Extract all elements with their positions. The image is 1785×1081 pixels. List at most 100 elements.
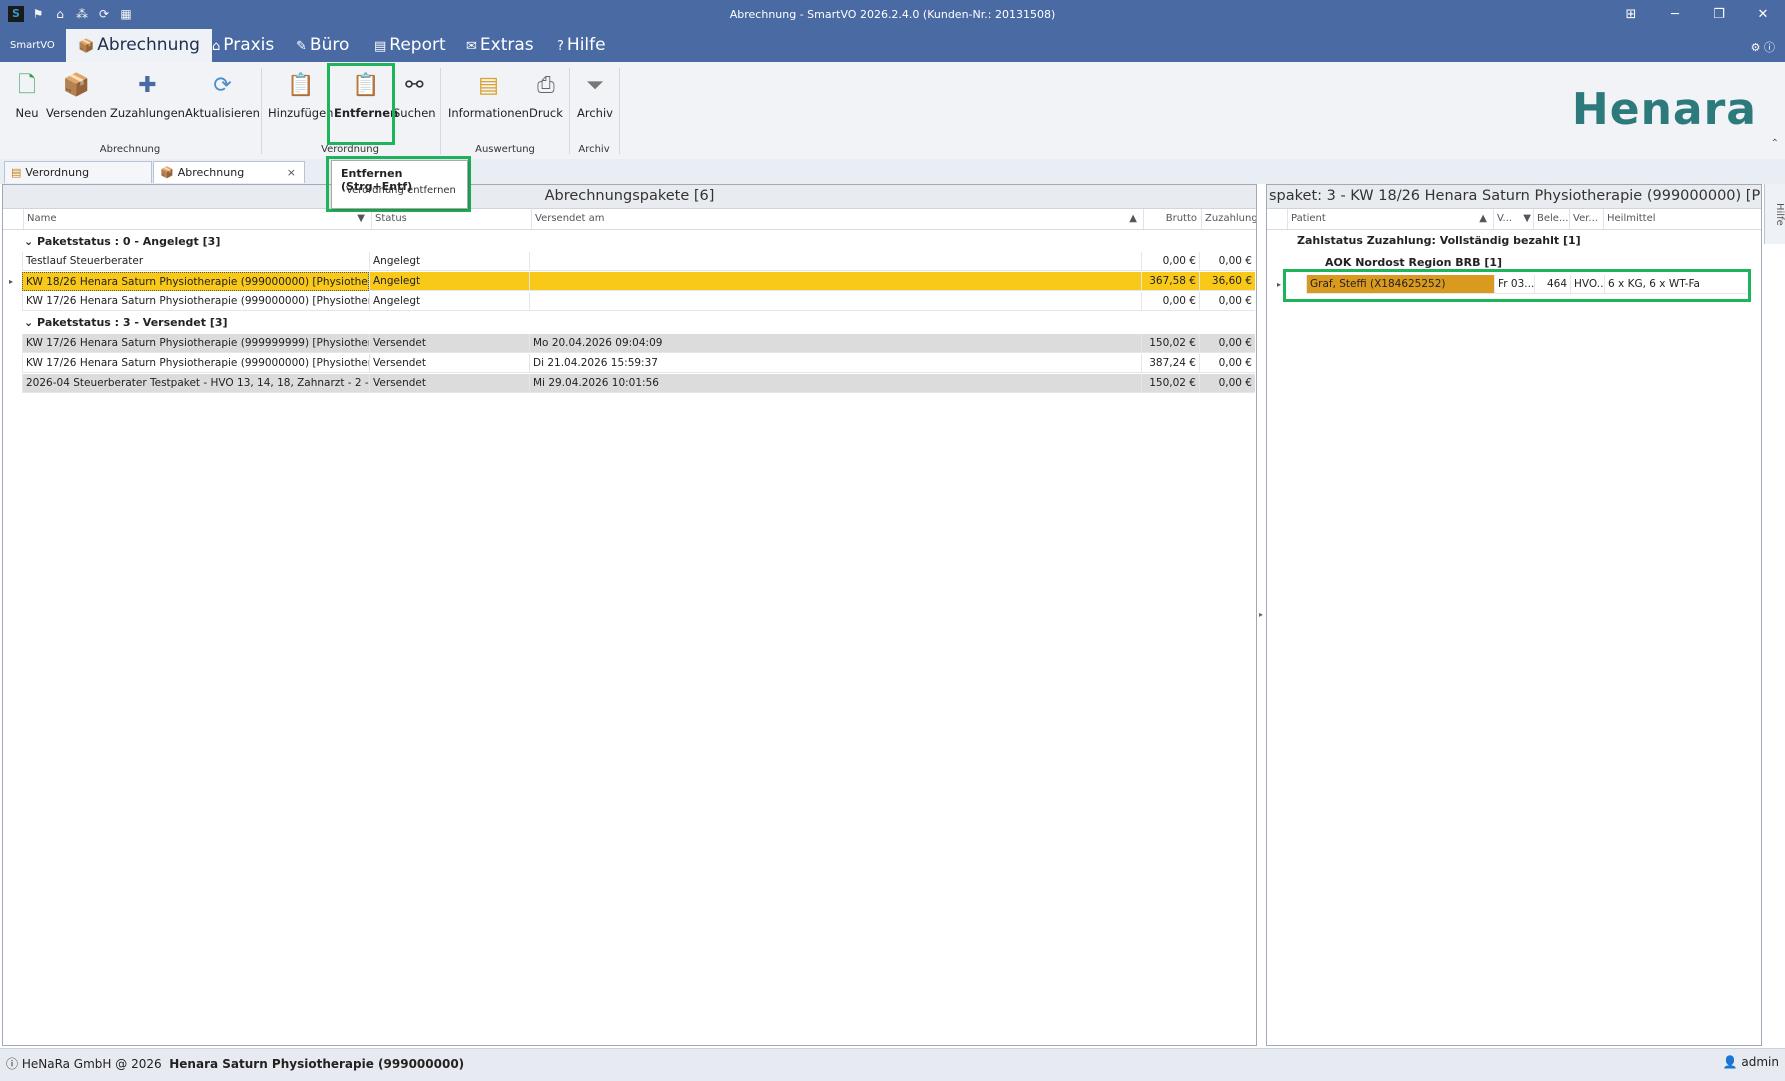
menu-abrechnung[interactable]: 📦 Abrechnung — [66, 29, 212, 62]
group-label-auswertung: Auswertung — [475, 144, 535, 155]
group-row[interactable]: ⌄ Paketstatus : 0 - Angelegt [3] — [24, 232, 1254, 251]
suchen-button[interactable]: ⚯ Suchen — [393, 72, 436, 120]
column-header-row: Patient ▲ V... ▼ Bele... Ver... Heilmittel — [1267, 209, 1761, 230]
informationen-button[interactable]: ▤ Informationen — [448, 72, 529, 120]
splitter-handle[interactable]: ▸ — [1259, 610, 1263, 619]
practice-name: Henara Saturn Physiotherapie (999000000) — [169, 1057, 465, 1071]
tooltip: Entfernen (Strg+Entf) Verordnung entfern… — [331, 160, 468, 209]
menu-hilfe[interactable]: ? Hilfe — [557, 29, 606, 62]
group-label-archiv: Archiv — [578, 144, 610, 155]
table-row-selected[interactable]: KW 18/26 Henara Saturn Physiotherapie (9… — [22, 272, 1255, 291]
tab-abrechnung[interactable]: 📦 Abrechnung × — [153, 161, 305, 183]
paket-detail-panel: spaket: 3 - KW 18/26 Henara Saturn Physi… — [1266, 184, 1762, 1046]
menu-report[interactable]: ▤ Report — [374, 29, 446, 62]
hilfe-side-tab[interactable]: Hilfe — [1764, 184, 1785, 244]
status-bar: ⓘ HeNaRa GmbH @ 2026 Henara Saturn Physi… — [0, 1048, 1785, 1081]
status-left: ⓘ HeNaRa GmbH @ 2026 Henara Saturn Physi… — [6, 1057, 465, 1071]
menu-buero[interactable]: ✎ Büro — [296, 29, 349, 62]
chevron-down-icon[interactable]: ⌄ — [24, 316, 37, 329]
printer-icon: ⎙ — [537, 73, 555, 98]
help-icon: ? — [557, 39, 564, 54]
group-label-verordnung: Verordnung — [321, 144, 379, 155]
table-row[interactable]: KW 17/26 Henara Saturn Physiotherapie (9… — [22, 334, 1255, 353]
refresh-icon: ⟳ — [213, 73, 232, 98]
column-heilmittel[interactable]: Heilmittel — [1603, 209, 1761, 229]
collapse-ribbon-icon[interactable]: ⌃ — [1771, 138, 1779, 149]
row-indicator-icon: ▸ — [9, 277, 14, 286]
zuzahlungen-button[interactable]: ✚ Zuzahlungen — [110, 72, 185, 120]
title-bar: S ⚑ ⌂ ⁂ ⟳ ▦ Abrechnung - SmartVO 2026.2.… — [0, 0, 1785, 29]
row-indicator-icon: ▸ — [1277, 280, 1282, 289]
sort-asc-icon: ▲ — [1479, 213, 1487, 224]
tooltip-text: Verordnung entfernen — [346, 185, 456, 196]
column-v[interactable]: V... ▼ — [1493, 209, 1533, 229]
new-document-icon: 🗋 — [18, 73, 36, 98]
group-label-abrechnung: Abrechnung — [99, 144, 161, 155]
window-title: Abrechnung - SmartVO 2026.2.4.0 (Kunden-… — [729, 8, 1056, 21]
minimize-button[interactable]: ─ — [1653, 0, 1697, 29]
user-icon: 👤 — [1722, 1055, 1742, 1069]
ribbon-separator — [619, 68, 620, 154]
menu-praxis[interactable]: ⌂ Praxis — [212, 29, 274, 62]
ribbon-separator — [261, 68, 262, 154]
aktualisieren-button[interactable]: ⟳ Aktualisieren — [185, 72, 260, 120]
table-row[interactable]: 2026-04 Steuerberater Testpaket - HVO 13… — [22, 374, 1255, 393]
wrench-icon: ✉ — [466, 39, 477, 54]
payment-icon: ✚ — [138, 73, 157, 98]
document-icon: ▤ — [11, 166, 22, 179]
group-row[interactable]: Zahlstatus Zuzahlung: Vollständig bezahl… — [1297, 231, 1757, 250]
column-brutto[interactable]: Brutto — [1143, 209, 1201, 229]
status-user: 👤 admin — [1722, 1055, 1779, 1069]
group-row[interactable]: ⌄ Paketstatus : 3 - Versendet [3] — [24, 313, 1254, 332]
neu-button[interactable]: 🗋 Neu — [12, 72, 42, 120]
package-icon: 📦 — [160, 166, 174, 179]
ribbon: 🗋 Neu 📦 Versenden ✚ Zuzahlungen ⟳ Aktualisie… — [0, 62, 1785, 160]
table-row[interactable]: KW 17/26 Henara Saturn Physiotherapie (9… — [22, 354, 1255, 373]
restore-button[interactable]: ❐ — [1697, 0, 1741, 29]
chevron-down-icon[interactable]: ⌄ — [24, 235, 37, 248]
column-patient[interactable]: Patient ▲ — [1287, 209, 1493, 229]
funnel-icon: ⏷ — [586, 73, 604, 98]
column-beleg[interactable]: Bele... — [1533, 209, 1569, 229]
notepad-icon: ▤ — [478, 73, 499, 98]
panel-title: Abrechnungspakete [6] — [3, 185, 1256, 209]
binoculars-icon: ⚯ — [405, 73, 424, 98]
filter-icon[interactable]: ▼ — [357, 209, 365, 229]
column-name[interactable]: Name ▼ — [23, 209, 371, 229]
package-icon: 📦 — [62, 73, 91, 98]
hinzufuegen-button[interactable]: 📋 Hinzufügen — [268, 72, 333, 120]
highlight-entfernen — [327, 63, 395, 145]
box-icon: 📦 — [78, 39, 95, 54]
close-button[interactable]: ✕ — [1741, 0, 1785, 29]
archiv-button[interactable]: ⏷ Archiv — [577, 72, 613, 120]
clipboard-add-icon: 📋 — [287, 73, 315, 98]
column-versendet-am[interactable]: Versendet am ▲ — [531, 209, 1143, 229]
table-row[interactable]: KW 17/26 Henara Saturn Physiotherapie (9… — [22, 292, 1255, 311]
ribbon-separator — [440, 68, 441, 154]
menu-smartvo[interactable]: SmartVO — [10, 29, 55, 62]
menu-extras[interactable]: ✉ Extras — [466, 29, 534, 62]
column-zuzahlung[interactable]: Zuzahlung — [1201, 209, 1256, 229]
close-tab-icon[interactable]: × — [287, 162, 296, 184]
paperclip-icon: ✎ — [296, 39, 307, 54]
menu-bar: SmartVO 📦 Abrechnung ⌂ Praxis ✎ Büro ▤ Repor… — [0, 29, 1785, 62]
ribbon-separator — [569, 68, 570, 154]
tab-verordnung[interactable]: ▤ Verordnung — [4, 161, 152, 183]
house-icon: ⌂ — [212, 39, 221, 54]
settings-icon[interactable]: ⚙ ⓘ — [1751, 39, 1775, 55]
highlight-patient-row — [1283, 269, 1751, 302]
window-controls: ⊞ ─ ❐ ✕ — [1609, 0, 1785, 29]
layout-icon[interactable]: ⊞ — [1609, 0, 1653, 29]
druck-button[interactable]: ⎙ Druck — [529, 72, 563, 120]
filter-icon[interactable]: ▼ — [1523, 209, 1531, 229]
column-ver[interactable]: Ver... — [1569, 209, 1603, 229]
table-row[interactable]: Testlauf Steuerberater Angelegt 0,00 € 0… — [22, 252, 1255, 271]
report-icon: ▤ — [374, 39, 387, 54]
info-icon: ⓘ — [6, 1057, 22, 1071]
column-status[interactable]: Status — [371, 209, 531, 229]
panel-title: spaket: 3 - KW 18/26 Henara Saturn Physi… — [1267, 185, 1761, 209]
document-tabs: ▤ Verordnung 📦 Abrechnung × — [0, 159, 1785, 184]
column-header-row: Name ▼ Status Versendet am ▲ Brutto Zuzahl… — [3, 209, 1256, 230]
versenden-button[interactable]: 📦 Versenden — [46, 72, 107, 120]
sort-asc-icon: ▲ — [1129, 213, 1137, 224]
